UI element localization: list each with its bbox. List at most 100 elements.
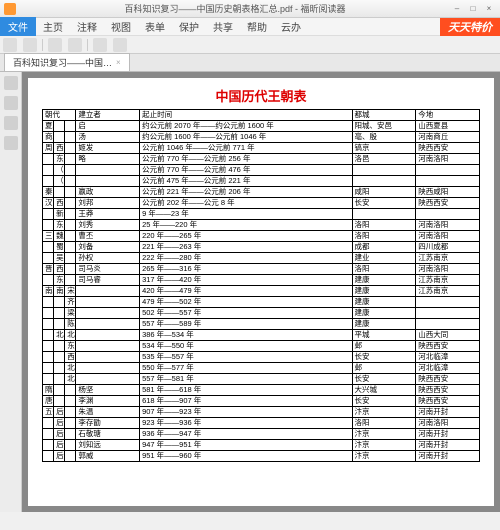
table-row: 东汉刘秀25 年——220 年洛阳河南洛阳 [43, 220, 480, 231]
cell: 河北临漳 [416, 352, 480, 363]
close-button[interactable]: × [482, 3, 496, 15]
cell [43, 209, 54, 220]
menubar: 文件 主页 注释 视图 表单 保护 共享 帮助 云办 天天特价 [0, 18, 500, 36]
cell: 汴京 [352, 407, 416, 418]
document-tab[interactable]: 百科知识复习——中国… × [4, 53, 130, 71]
toolbar [0, 36, 500, 54]
cell [352, 165, 416, 176]
table-row: 新朝王莽9 年——23 年 [43, 209, 480, 220]
cell: 河南开封 [416, 429, 480, 440]
menu-file[interactable]: 文件 [0, 17, 36, 36]
tool-hand-icon[interactable] [3, 38, 17, 52]
cell [54, 374, 65, 385]
menu-view[interactable]: 视图 [104, 17, 138, 36]
cell: 后晋 [54, 429, 65, 440]
cell [43, 165, 54, 176]
page-viewport[interactable]: 中国历代王朝表 朝代 建立者 起止时间 都城 今地 夏朝启约公元前 2070 年… [22, 72, 500, 512]
cell: 成都 [352, 242, 416, 253]
cell [416, 165, 480, 176]
cell: 557 年——589 年 [140, 319, 352, 330]
cell [65, 253, 76, 264]
cell: 蜀 [54, 242, 65, 253]
table-row: 北周→宇文觉557 年—581 年长安陕西西安 [43, 374, 480, 385]
cell: 夏朝 [43, 121, 54, 132]
menu-cloud[interactable]: 云办 [274, 17, 308, 36]
tool-select-icon[interactable] [23, 38, 37, 52]
bookmark-icon[interactable] [4, 76, 18, 90]
cell [54, 187, 65, 198]
cell [65, 220, 76, 231]
table-row: （战国）公元前 475 年——公元前 221 年 [43, 176, 480, 187]
promo-banner[interactable]: 天天特价 [440, 18, 500, 36]
cell: 杨坚 [76, 385, 140, 396]
tool-print-icon[interactable] [113, 38, 127, 52]
cell [416, 297, 480, 308]
cell: 镐京 [352, 143, 416, 154]
cell: 秦 [43, 187, 54, 198]
menu-help[interactable]: 帮助 [240, 17, 274, 36]
menu-form[interactable]: 表单 [138, 17, 172, 36]
cell: 汴京 [352, 451, 416, 462]
minimize-button[interactable]: – [450, 3, 464, 15]
document-page: 中国历代王朝表 朝代 建立者 起止时间 都城 今地 夏朝启约公元前 2070 年… [28, 78, 494, 506]
cell [65, 198, 76, 209]
attachments-icon[interactable] [4, 136, 18, 150]
cell: 河北临漳 [416, 363, 480, 374]
cell: 河南商丘 [416, 132, 480, 143]
table-row: 周西周姬发公元前 1046 年——公元前 771 年镐京陕西西安 [43, 143, 480, 154]
cell: 唐朝 [43, 396, 54, 407]
cell: 刘备 [76, 242, 140, 253]
layers-icon[interactable] [4, 116, 18, 130]
cell: 535 年—557 年 [140, 352, 352, 363]
cell: 陕西西安 [416, 143, 480, 154]
table-row: 五代后梁朱温907 年——923 年汴京河南开封 [43, 407, 480, 418]
cell [76, 165, 140, 176]
cell [65, 187, 76, 198]
cell: 534 年—550 年 [140, 341, 352, 352]
table-row: 陈→陈霸先557 年——589 年建康 [43, 319, 480, 330]
cell: 江苏南京 [416, 253, 480, 264]
cell: 923 年——936 年 [140, 418, 352, 429]
cell: 石敬瑭 [76, 429, 140, 440]
cell [65, 132, 76, 143]
cell: 386 年—534 年 [140, 330, 352, 341]
maximize-button[interactable]: □ [466, 3, 480, 15]
cell: 东晋 [54, 275, 65, 286]
table-row: 晋西晋司马炎265 年——316 年洛阳河南洛阳 [43, 264, 480, 275]
menu-annotate[interactable]: 注释 [70, 17, 104, 36]
menu-share[interactable]: 共享 [206, 17, 240, 36]
tool-zoom-icon[interactable] [48, 38, 62, 52]
cell [65, 264, 76, 275]
tab-close-icon[interactable]: × [116, 58, 121, 67]
cell: 朱温 [76, 407, 140, 418]
menu-protect[interactable]: 保护 [172, 17, 206, 36]
cell: 郭威 [76, 451, 140, 462]
cell [54, 121, 65, 132]
cell: 五代 [43, 407, 54, 418]
cell: 新朝 [54, 209, 65, 220]
cell [65, 275, 76, 286]
cell: 山西夏县 [416, 121, 480, 132]
separator [42, 39, 43, 51]
cell [65, 418, 76, 429]
cell: 建康 [352, 308, 416, 319]
cell: （战国） [54, 176, 65, 187]
cell [76, 363, 140, 374]
cell [54, 385, 65, 396]
cell: 刘邦 [76, 198, 140, 209]
thumbnails-icon[interactable] [4, 96, 18, 110]
table-row: 三国魏曹丕220 年——265 年洛阳河南洛阳 [43, 231, 480, 242]
cell [54, 132, 65, 143]
cell: 姬发 [76, 143, 140, 154]
cell: 公元前 202 年——公元 8 年 [140, 198, 352, 209]
cell: 618 年——907 年 [140, 396, 352, 407]
menu-home[interactable]: 主页 [36, 17, 70, 36]
cell: 李渊 [76, 396, 140, 407]
tool-fit-icon[interactable] [68, 38, 82, 52]
cell: 长安 [352, 198, 416, 209]
tool-rotate-icon[interactable] [93, 38, 107, 52]
cell: 公元前 770 年——公元前 256 年 [140, 154, 352, 165]
app-icon [4, 3, 16, 15]
dynasty-table: 朝代 建立者 起止时间 都城 今地 夏朝启约公元前 2070 年——约公元前 1… [42, 109, 480, 462]
cell [43, 319, 54, 330]
